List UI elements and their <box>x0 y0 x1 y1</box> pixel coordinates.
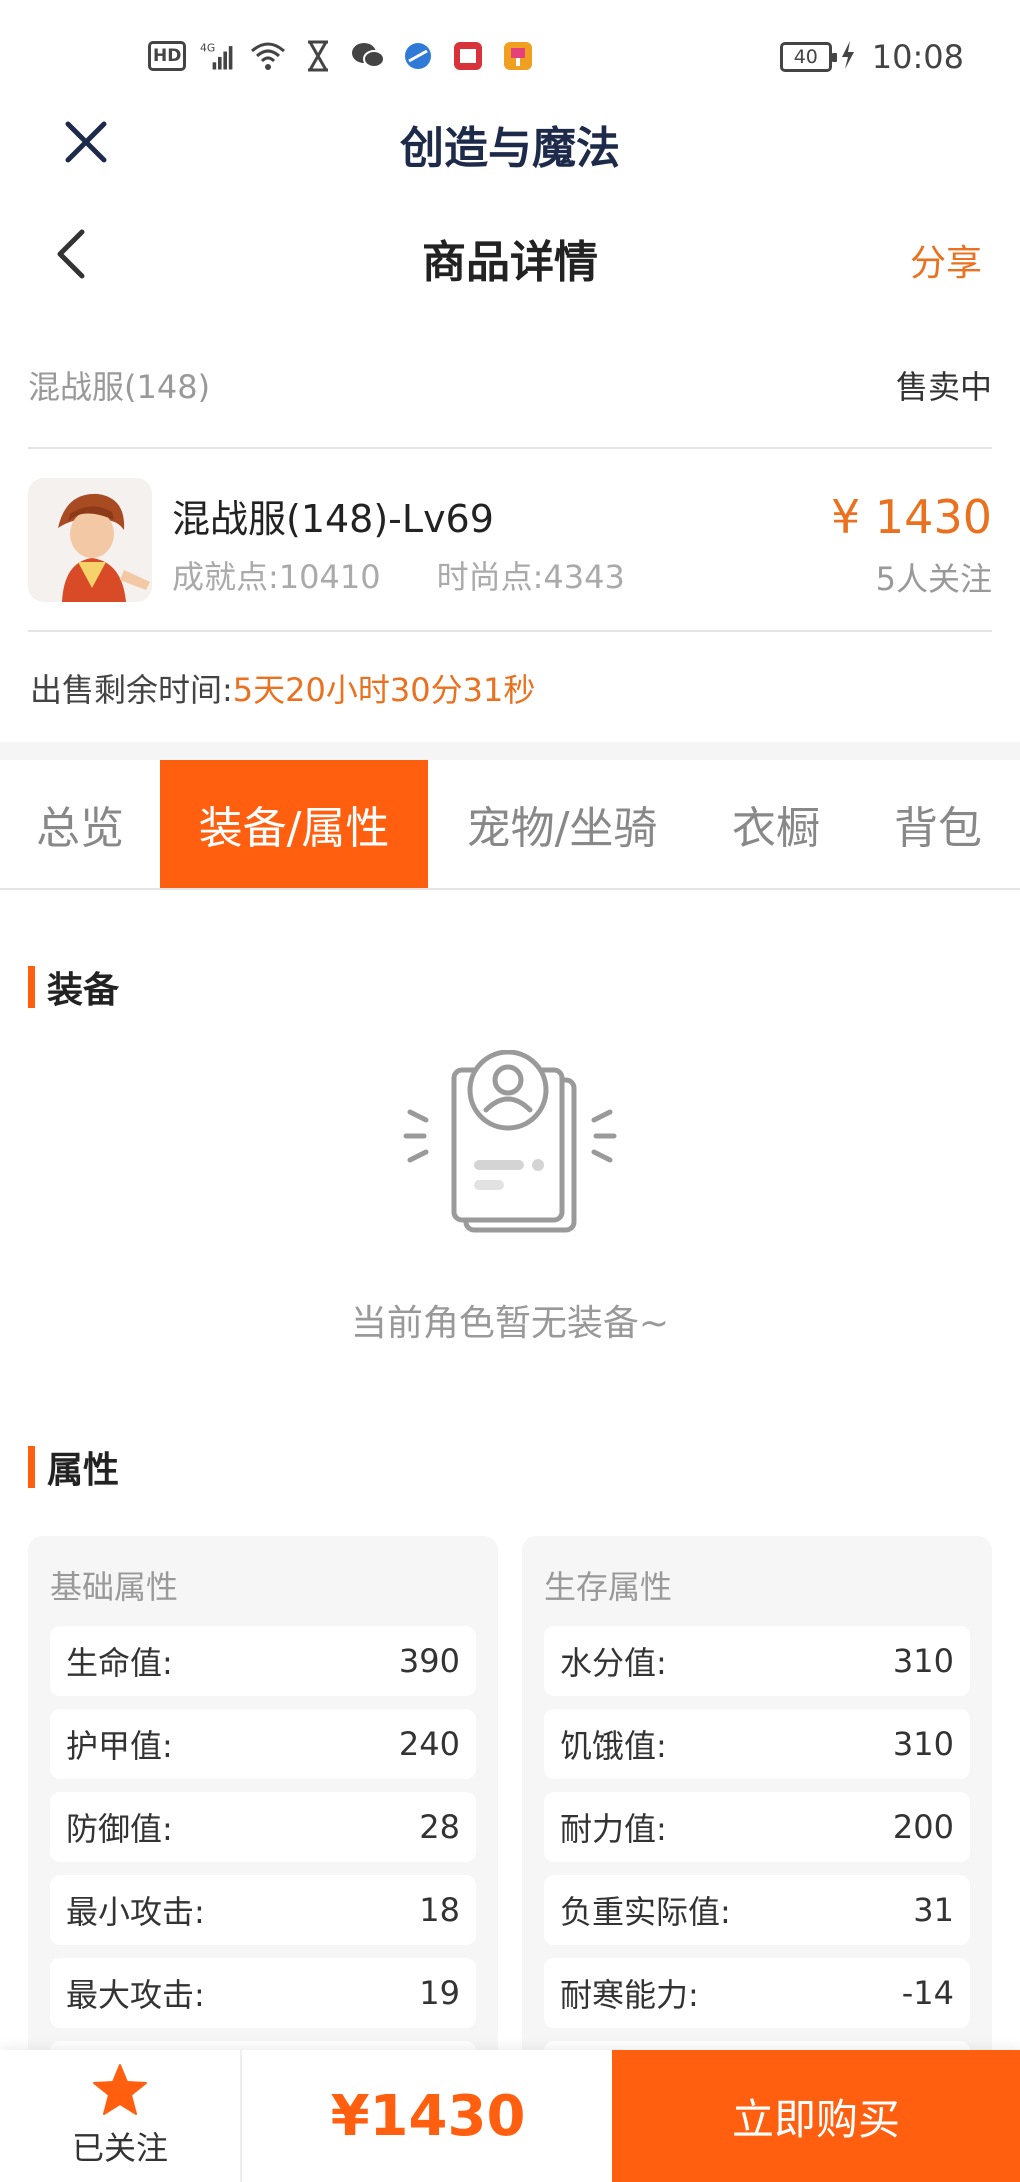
section-marker <box>28 966 35 1008</box>
attribute-row: 水分值: 310 <box>544 1626 970 1696</box>
achievement-points: 成就点:10410 <box>172 558 381 596</box>
tab-wardrobe[interactable]: 衣橱 <box>696 760 856 888</box>
bottom-price: ¥1430 <box>330 2083 526 2149</box>
status-icons-left: HD 4G <box>148 38 536 74</box>
attribute-row: 耐寒能力: -14 <box>544 1958 970 2028</box>
attributes-section-header: 属性 <box>28 1442 119 1492</box>
equipment-title: 装备 <box>47 970 120 1011</box>
attribute-value: 310 <box>892 1642 954 1680</box>
tab-backpack[interactable]: 背包 <box>856 760 1020 888</box>
remaining-time-label: 出售剩余时间: <box>30 671 233 709</box>
attribute-label: 防御值: <box>66 1810 173 1848</box>
attribute-label: 生命值: <box>66 1644 173 1682</box>
attribute-row: 生命值: 390 <box>50 1626 476 1696</box>
share-button[interactable]: 分享 <box>910 234 982 286</box>
browser-icon <box>400 38 436 74</box>
status-bar: HD 4G 40 10:08 <box>0 0 1020 110</box>
attribute-label: 耐寒能力: <box>560 1976 699 2014</box>
app-title: 创造与魔法 <box>400 123 620 174</box>
attribute-label: 饥饿值: <box>560 1727 667 1765</box>
attribute-value: 19 <box>419 1974 460 2012</box>
remaining-time-value: 5天20小时30分31秒 <box>232 671 536 709</box>
attribute-value: 390 <box>398 1642 460 1680</box>
svg-text:4G: 4G <box>200 42 215 55</box>
attribute-row: 饥饿值: 310 <box>544 1709 970 1779</box>
status-icons-right: 40 10:08 <box>779 38 964 76</box>
survival-attributes-panel: 生存属性 水分值: 310 饥饿值: 310 耐力值: 200 负重实际值: 31 耐寒… <box>522 1536 992 2096</box>
basic-attributes-panel: 基础属性 生命值: 390 护甲值: 240 防御值: 28 最小攻击: 18 最大攻击… <box>28 1536 498 2096</box>
attribute-value: 31 <box>913 1891 954 1929</box>
attribute-value: 18 <box>419 1891 460 1929</box>
item-price: ¥ 1430 <box>831 490 992 544</box>
attribute-label: 水分值: <box>560 1644 667 1682</box>
star-icon <box>93 2064 147 2115</box>
divider <box>28 447 992 449</box>
attribute-row: 最小攻击: 18 <box>50 1875 476 1945</box>
item-name: 混战服(148)-Lv69 <box>172 497 494 541</box>
buy-now-button[interactable]: 立即购买 <box>612 2050 1020 2182</box>
attribute-value: 28 <box>419 1808 460 1846</box>
attribute-label: 负重实际值: <box>560 1893 731 1931</box>
character-avatar <box>28 478 152 602</box>
gallery-app-icon <box>500 38 536 74</box>
attribute-value: -14 <box>901 1974 954 2012</box>
wifi-icon <box>250 38 286 74</box>
attribute-row: 耐力值: 200 <box>544 1792 970 1862</box>
attributes-title: 属性 <box>47 1450 120 1491</box>
tab-bar: 总览 装备/属性 宠物/坐骑 衣橱 背包 <box>0 760 1020 890</box>
attribute-label: 最大攻击: <box>66 1976 205 2014</box>
hd-badge: HD <box>148 41 187 71</box>
tab-equipment-attributes[interactable]: 装备/属性 <box>160 760 428 888</box>
section-separator <box>0 742 1020 760</box>
battery-indicator: 40 <box>779 42 837 72</box>
tab-pets-mounts[interactable]: 宠物/坐骑 <box>428 760 696 888</box>
app-header: 创造与魔法 <box>0 100 1020 180</box>
equipment-section-header: 装备 <box>28 962 119 1012</box>
follow-label: 已关注 <box>71 2129 168 2167</box>
attribute-label: 最小攻击: <box>66 1893 205 1931</box>
attribute-row: 最大攻击: 19 <box>50 1958 476 2028</box>
panel-title: 生存属性 <box>544 1568 673 1606</box>
divider <box>28 630 992 632</box>
item-stats: 成就点:10410 时尚点:4343 <box>172 552 625 598</box>
follow-button[interactable]: 已关注 <box>0 2050 242 2182</box>
attribute-value: 240 <box>398 1725 460 1763</box>
reader-app-icon <box>450 38 486 74</box>
attribute-value: 200 <box>892 1808 954 1846</box>
sale-status: 售卖中 <box>895 368 992 406</box>
attribute-row: 负重实际值: 31 <box>544 1875 970 1945</box>
fashion-points: 时尚点:4343 <box>436 558 625 596</box>
attribute-value: 310 <box>892 1725 954 1763</box>
attribute-row: 护甲值: 240 <box>50 1709 476 1779</box>
follower-count: 5人关注 <box>875 560 992 598</box>
charging-icon <box>840 41 856 73</box>
attribute-label: 护甲值: <box>66 1727 173 1765</box>
wechat-icon <box>350 38 386 74</box>
cellular-signal-icon: 4G <box>200 38 236 74</box>
server-row: 混战服(148) 售卖中 <box>28 355 992 415</box>
page-header: 商品详情 分享 <box>0 210 1020 300</box>
hourglass-icon <box>300 38 336 74</box>
remaining-time: 出售剩余时间: 5天20小时30分31秒 <box>30 665 535 711</box>
item-summary: 混战服(148)-Lv69 成就点:10410 时尚点:4343 ¥ 1430 … <box>28 470 992 610</box>
server-name: 混战服(148) <box>28 368 211 406</box>
section-marker <box>28 1446 35 1488</box>
tab-overview[interactable]: 总览 <box>0 760 160 888</box>
clock: 10:08 <box>871 38 964 76</box>
bottom-action-bar: 已关注 ¥1430 立即购买 <box>0 2050 1020 2182</box>
page-title: 商品详情 <box>422 237 598 288</box>
empty-equipment-message: 当前角色暂无装备~ <box>350 1303 670 1344</box>
attribute-label: 耐力值: <box>560 1810 667 1848</box>
panel-title: 基础属性 <box>50 1568 179 1606</box>
empty-equipment-icon <box>400 1049 620 1240</box>
attribute-row: 防御值: 28 <box>50 1792 476 1862</box>
